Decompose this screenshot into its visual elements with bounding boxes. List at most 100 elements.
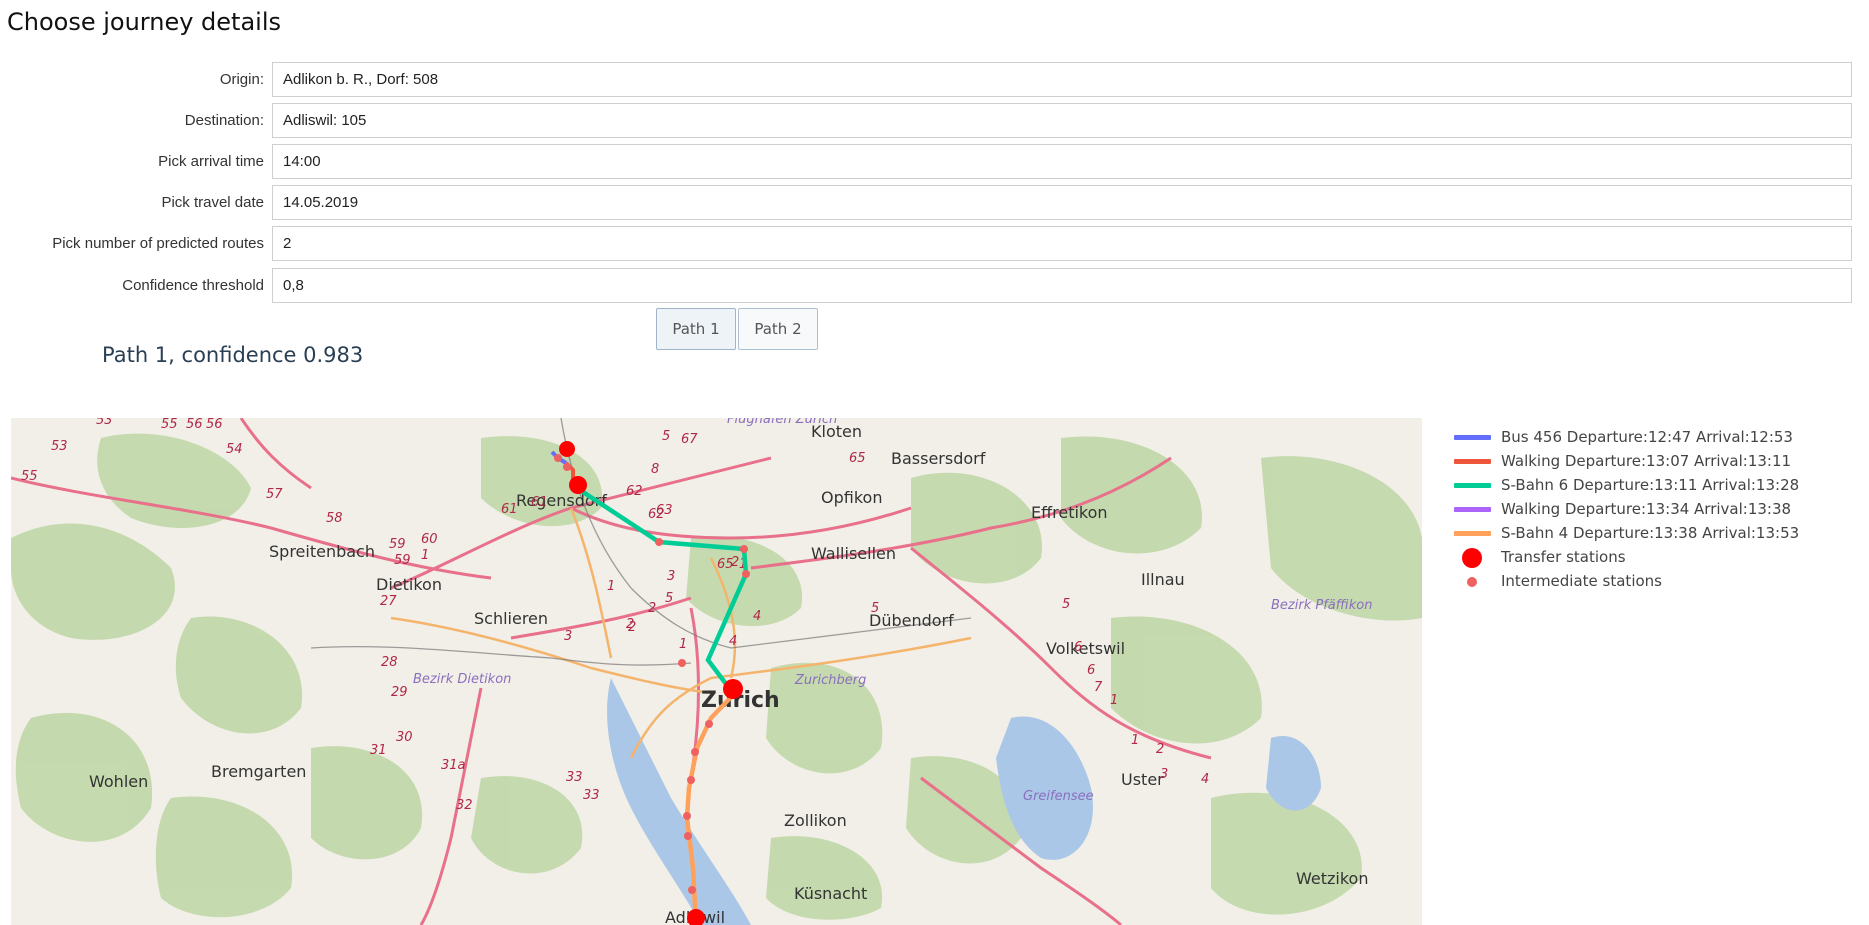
road-number-label: 59 bbox=[394, 553, 411, 568]
road-number-label: 56 bbox=[206, 418, 223, 432]
label-bassersdorf: Bassersdorf bbox=[891, 449, 986, 468]
legend-swatch bbox=[1454, 459, 1491, 464]
intermediate-station bbox=[688, 886, 696, 894]
confidence-input[interactable] bbox=[272, 268, 1852, 303]
travel-date-row: Pick travel date bbox=[0, 185, 1869, 220]
road-number-label: 54 bbox=[226, 442, 243, 457]
label-dietikon: Dietikon bbox=[376, 575, 442, 594]
road-number-label: 6 bbox=[1074, 640, 1082, 655]
intermediate-station bbox=[691, 748, 699, 756]
label-opfikon: Opfikon bbox=[821, 488, 882, 507]
legend-item-transfer-stations[interactable]: Transfer stations bbox=[1451, 545, 1851, 569]
road-number-label: 4 bbox=[729, 634, 737, 649]
road-number-label: 1 bbox=[1110, 693, 1118, 708]
intermediate-station bbox=[683, 812, 691, 820]
intermediate-station bbox=[563, 463, 571, 471]
destination-label: Destination: bbox=[184, 112, 264, 129]
label-illnau: Illnau bbox=[1141, 570, 1185, 589]
legend-item-s-bahn-6[interactable]: S-Bahn 6 Departure:13:11 Arrival:13:28 bbox=[1451, 473, 1851, 497]
road-number-label: 2 bbox=[731, 555, 739, 570]
transfer-station bbox=[569, 476, 587, 494]
road-number-label: 31 bbox=[370, 743, 387, 758]
route-map[interactable]: Kloten Bassersdorf Opfikon Regensdorf Ef… bbox=[11, 418, 1422, 925]
road-number-label: 53 bbox=[51, 439, 68, 454]
label-greifensee: Greifensee bbox=[1023, 789, 1094, 804]
intermediate-station bbox=[687, 776, 695, 784]
map-canvas[interactable]: Kloten Bassersdorf Opfikon Regensdorf Ef… bbox=[11, 418, 1422, 925]
legend-item-s-bahn-4[interactable]: S-Bahn 4 Departure:13:38 Arrival:13:53 bbox=[1451, 521, 1851, 545]
road-number-label: 5 bbox=[1062, 597, 1070, 612]
road-number-label: 5 bbox=[871, 601, 879, 616]
legend-item-walking-2[interactable]: Walking Departure:13:34 Arrival:13:38 bbox=[1451, 497, 1851, 521]
road-number-label: 65 bbox=[849, 451, 866, 466]
confidence-label: Confidence threshold bbox=[122, 277, 264, 294]
label-bremgarten: Bremgarten bbox=[211, 762, 306, 781]
road-number-label: 2 bbox=[628, 620, 636, 635]
road-number-label: 55 bbox=[161, 418, 178, 432]
road-number-label: 32 bbox=[456, 798, 473, 813]
road-number-label: 5 bbox=[665, 591, 673, 606]
road-number-label: 67 bbox=[681, 432, 698, 447]
app-root: Choose journey details Origin: Destinati… bbox=[0, 0, 1869, 925]
road-number-label: 7 bbox=[1094, 680, 1103, 695]
label-bezirk-pfaffikon: Bezirk Pfäffikon bbox=[1271, 598, 1372, 613]
legend-swatch bbox=[1454, 435, 1491, 440]
road-number-label: 33 bbox=[566, 770, 583, 785]
road-number-label: 1 bbox=[1131, 733, 1139, 748]
intermediate-station bbox=[655, 538, 663, 546]
road-number-label: 31a bbox=[441, 758, 466, 773]
page-title: Choose journey details bbox=[7, 8, 282, 36]
routes-count-label: Pick number of predicted routes bbox=[52, 235, 264, 252]
label-spreitenbach: Spreitenbach bbox=[269, 542, 375, 561]
road-number-label: 4 bbox=[1201, 772, 1209, 787]
legend-item-walking-1[interactable]: Walking Departure:13:07 Arrival:13:11 bbox=[1451, 449, 1851, 473]
road-number-label: 29 bbox=[391, 685, 408, 700]
destination-row: Destination: bbox=[0, 103, 1869, 138]
intermediate-station bbox=[678, 659, 686, 667]
road-number-label: 28 bbox=[381, 655, 398, 670]
legend-item-bus-456[interactable]: Bus 456 Departure:12:47 Arrival:12:53 bbox=[1451, 425, 1851, 449]
label-zollikon: Zollikon bbox=[784, 811, 847, 830]
label-wohlen: Wohlen bbox=[89, 772, 148, 791]
label-flughafen: Flughafen Zürich bbox=[727, 418, 837, 427]
road-number-label: 6 bbox=[1087, 663, 1095, 678]
arrival-time-input[interactable] bbox=[272, 144, 1852, 179]
road-number-label: 2 bbox=[1156, 742, 1164, 757]
road-number-label: 61 bbox=[501, 502, 518, 517]
routes-count-input[interactable] bbox=[272, 226, 1852, 261]
intermediate-station bbox=[742, 570, 750, 578]
legend-swatch bbox=[1454, 507, 1491, 512]
road-number-label: 60 bbox=[421, 532, 438, 547]
road-number-label: 1 bbox=[421, 548, 429, 563]
road-number-label: 3 bbox=[564, 629, 572, 644]
legend-item-intermediate-stations[interactable]: Intermediate stations bbox=[1451, 569, 1851, 593]
road-number-label: 57 bbox=[266, 487, 283, 502]
label-zurichberg: Zurichberg bbox=[794, 673, 866, 688]
road-number-label: 30 bbox=[396, 730, 413, 745]
intermediate-station bbox=[705, 720, 713, 728]
road-number-label: 27 bbox=[380, 594, 397, 609]
legend-label: S-Bahn 4 Departure:13:38 Arrival:13:53 bbox=[1501, 524, 1800, 542]
intermediate-station-marker-icon bbox=[1467, 577, 1477, 587]
intermediate-station bbox=[740, 545, 748, 553]
origin-label: Origin: bbox=[219, 71, 264, 88]
road-number-label: 55 bbox=[21, 469, 38, 484]
intermediate-station bbox=[684, 832, 692, 840]
tab-path-2[interactable]: Path 2 bbox=[738, 308, 818, 350]
road-number-label: 58 bbox=[326, 511, 343, 526]
legend-swatch bbox=[1454, 483, 1491, 488]
road-number-label: 59 bbox=[389, 537, 406, 552]
label-wallisellen: Wallisellen bbox=[811, 544, 896, 563]
travel-date-input[interactable] bbox=[272, 185, 1852, 220]
road-number-label: 61 bbox=[531, 495, 548, 510]
origin-input[interactable] bbox=[272, 62, 1852, 97]
tab-path-1[interactable]: Path 1 bbox=[656, 308, 736, 350]
destination-input[interactable] bbox=[272, 103, 1852, 138]
road-number-label: 53 bbox=[96, 418, 113, 428]
label-volketswil: Volketswil bbox=[1046, 639, 1125, 658]
path-heading: Path 1, confidence 0.983 bbox=[102, 343, 364, 367]
road-number-label: 5 bbox=[662, 429, 670, 444]
label-dubendorf: Dübendorf bbox=[869, 611, 954, 630]
legend-label: Walking Departure:13:34 Arrival:13:38 bbox=[1501, 500, 1792, 518]
intermediate-station bbox=[554, 454, 562, 462]
